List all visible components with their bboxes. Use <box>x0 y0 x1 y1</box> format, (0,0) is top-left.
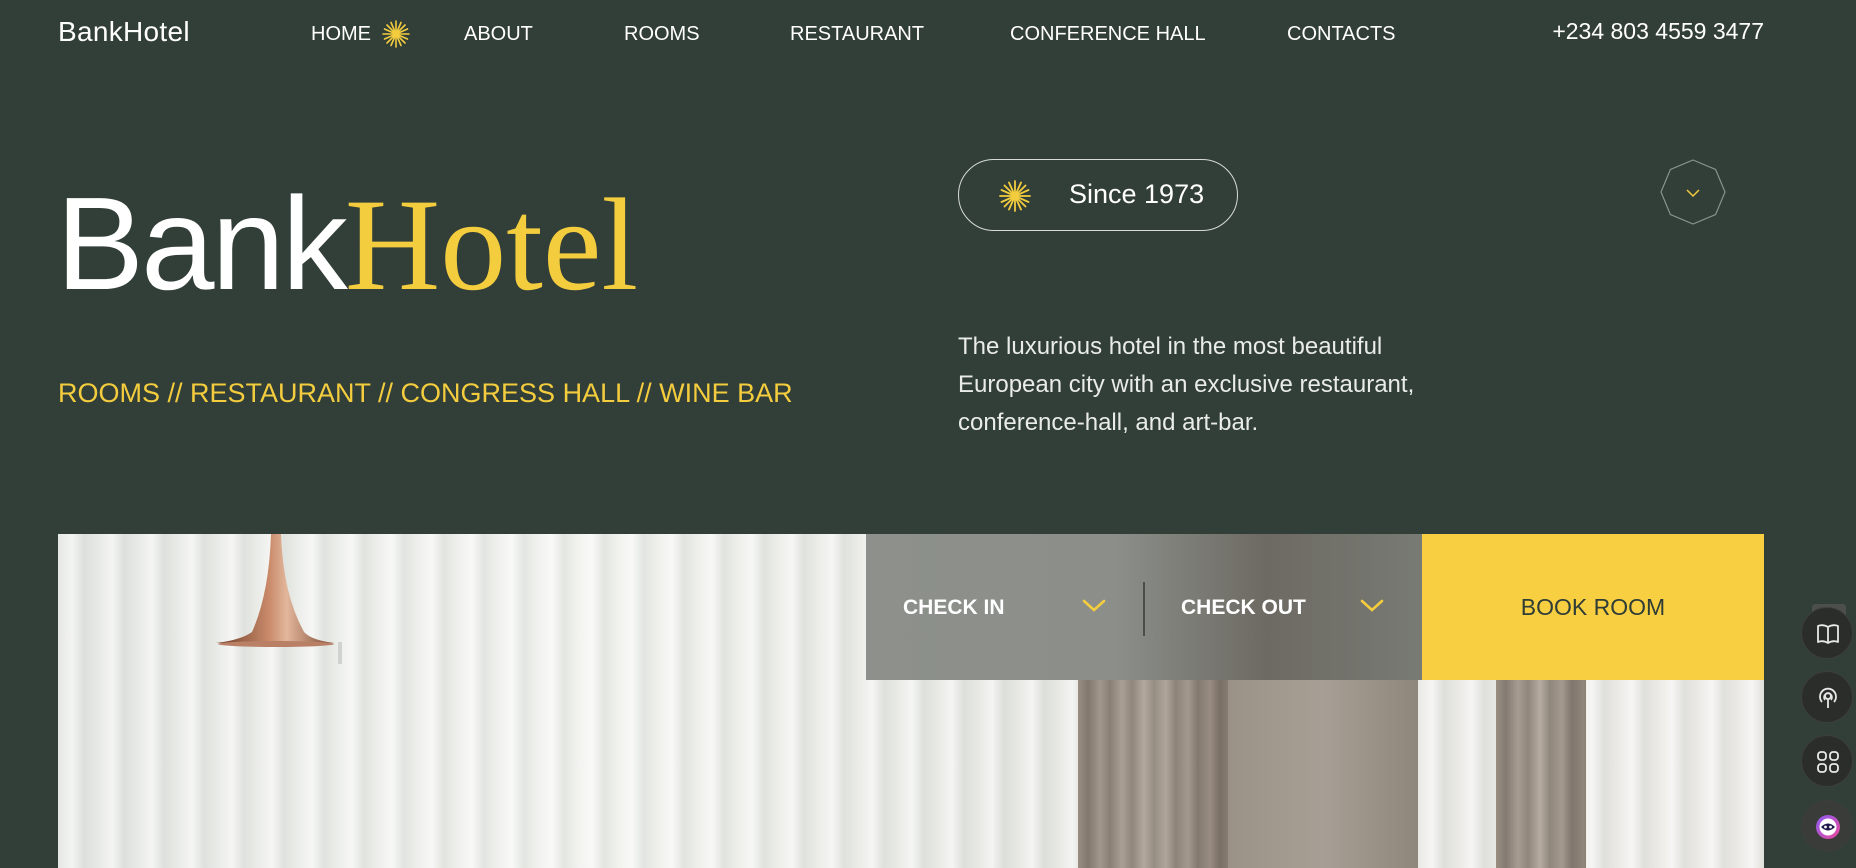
assistant-avatar-icon <box>1816 815 1840 839</box>
sparkle-star-icon <box>999 180 1031 212</box>
book-room-label: BOOK ROOM <box>1520 594 1666 620</box>
hero-title-bank: Bank <box>56 170 348 317</box>
hero-title: BankHotel <box>56 178 638 311</box>
scroll-down-button[interactable] <box>1660 159 1726 225</box>
hero-title-hotel: Hotel <box>344 171 639 318</box>
since-badge: Since 1973 <box>958 159 1238 231</box>
chevron-down-icon <box>1360 599 1384 612</box>
nav-item-contacts[interactable]: CONTACTS <box>1287 20 1396 48</box>
hero-description: The luxurious hotel in the most beautifu… <box>958 333 1415 436</box>
check-in-field[interactable]: CHECK IN <box>866 534 1143 680</box>
nav-item-home[interactable]: HOME <box>311 20 371 48</box>
nav-item-about[interactable]: ABOUT <box>464 20 533 48</box>
nav-item-conference-hall[interactable]: CONFERENCE HALL <box>1010 20 1206 48</box>
book-room-button[interactable]: BOOK ROOM <box>1422 534 1764 680</box>
book-icon <box>1817 624 1839 644</box>
broadcast-icon <box>1819 687 1837 708</box>
since-badge-text: Since 1973 <box>1069 179 1205 209</box>
chevron-down-icon <box>1686 189 1700 198</box>
header-logo[interactable]: BankHotel <box>58 16 190 48</box>
nav-item-rooms[interactable]: ROOMS <box>624 20 700 48</box>
check-out-label: CHECK OUT <box>1181 596 1306 619</box>
apps-grid-icon <box>1817 751 1839 773</box>
check-out-field[interactable]: CHECK OUT <box>1145 534 1422 680</box>
check-in-label: CHECK IN <box>903 596 1005 619</box>
hero-tagline: ROOMS // RESTAURANT // CONGRESS HALL // … <box>58 378 793 408</box>
sparkle-star-icon <box>382 20 410 48</box>
pendant-lamp-image <box>216 534 342 664</box>
side-broadcast-button[interactable] <box>1801 671 1853 723</box>
booking-bar: CHECK IN CHECK OUT <box>866 534 1422 680</box>
side-book-button[interactable] <box>1801 607 1853 659</box>
side-assistant-button[interactable] <box>1801 800 1853 852</box>
nav-item-restaurant[interactable]: RESTAURANT <box>790 20 924 48</box>
side-apps-button[interactable] <box>1801 735 1853 787</box>
chevron-down-icon <box>1082 599 1106 612</box>
phone-number[interactable]: +234 803 4559 3477 <box>1552 18 1764 45</box>
